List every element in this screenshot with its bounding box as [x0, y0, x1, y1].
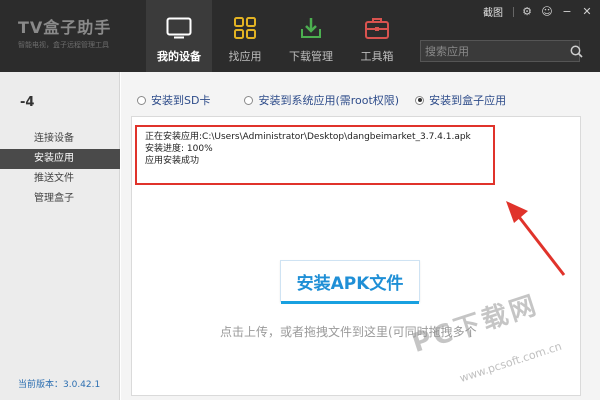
- radio-sd-card[interactable]: 安装到SD卡: [137, 92, 210, 108]
- radio-dot: [244, 95, 254, 105]
- nav-label: 我的设备: [157, 50, 201, 63]
- version-label: 当前版本：3.0.42.1: [18, 380, 101, 390]
- log-install-path: 正在安装应用:C:\Users\Administrator\Desktop\da…: [145, 132, 471, 142]
- toolbox-icon: [363, 15, 391, 41]
- logo-subtitle: 智能电视，盒子远程管理工具: [18, 41, 109, 49]
- close-icon[interactable]: ✕: [580, 5, 594, 19]
- search-input[interactable]: [421, 41, 570, 61]
- screenshot-button[interactable]: 截图: [483, 4, 503, 19]
- grid-apps-icon: [231, 15, 259, 41]
- main-nav: 我的设备 找应用 下载管理 工具箱: [146, 0, 410, 72]
- tv-icon: [165, 15, 193, 41]
- feedback-icon[interactable]: ☺: [540, 5, 554, 19]
- radio-dot: [137, 95, 146, 105]
- annotation-arrow-icon: [506, 201, 566, 276]
- nav-toolbox[interactable]: 工具箱: [344, 0, 410, 72]
- settings-icon[interactable]: ⚙: [520, 5, 534, 19]
- install-apk-button[interactable]: 安装APK文件: [280, 260, 420, 304]
- install-log: 正在安装应用:C:\Users\Administrator\Desktop\da…: [135, 125, 495, 185]
- radio-dot-selected: [415, 95, 425, 105]
- nav-label: 工具箱: [360, 50, 394, 63]
- download-icon: [297, 15, 325, 41]
- radio-label: 安装到盒子应用: [429, 94, 507, 107]
- nav-my-devices[interactable]: 我的设备: [146, 0, 212, 72]
- radio-system-app[interactable]: 安装到系统应用(需root权限): [244, 92, 399, 108]
- divider: [513, 6, 514, 17]
- log-progress: 安装进度: 100%: [145, 144, 213, 154]
- nav-label: 找应用: [228, 50, 262, 63]
- sidebar: -4 连接设备 安装应用 推送文件 管理盒子 当前版本：3.0.42.1: [0, 72, 120, 400]
- log-result: 应用安装成功: [145, 156, 200, 166]
- window-controls: 截图 ⚙ ☺ − ✕: [483, 4, 594, 19]
- radio-box-app[interactable]: 安装到盒子应用: [415, 92, 506, 108]
- radio-label: 安装到系统应用(需root权限): [258, 94, 400, 107]
- app-logo: TV盒子助手 智能电视，盒子远程管理工具: [18, 14, 111, 50]
- nav-label: 下载管理: [289, 50, 333, 63]
- sidebar-item-manage-box[interactable]: 管理盒子: [0, 189, 120, 209]
- nav-download-manager[interactable]: 下载管理: [278, 0, 344, 72]
- app-header: TV盒子助手 智能电视，盒子远程管理工具 我的设备 找应用 下载管理 工具箱 截…: [0, 0, 600, 72]
- minimize-icon[interactable]: −: [560, 5, 574, 19]
- search-icon[interactable]: [570, 41, 583, 61]
- install-target-options: 安装到SD卡 安装到系统应用(需root权限) 安装到盒子应用: [137, 92, 506, 108]
- sidebar-item-push-file[interactable]: 推送文件: [0, 169, 120, 189]
- logo-title: TV盒子助手: [18, 18, 112, 37]
- sidebar-menu: 连接设备 安装应用 推送文件 管理盒子: [0, 129, 120, 209]
- nav-find-apps[interactable]: 找应用: [212, 0, 278, 72]
- search-box: [420, 40, 583, 62]
- radio-label: 安装到SD卡: [151, 94, 211, 107]
- device-id: -4: [20, 95, 35, 110]
- sidebar-item-install-app[interactable]: 安装应用: [0, 149, 120, 169]
- sidebar-item-connect-device[interactable]: 连接设备: [0, 129, 120, 149]
